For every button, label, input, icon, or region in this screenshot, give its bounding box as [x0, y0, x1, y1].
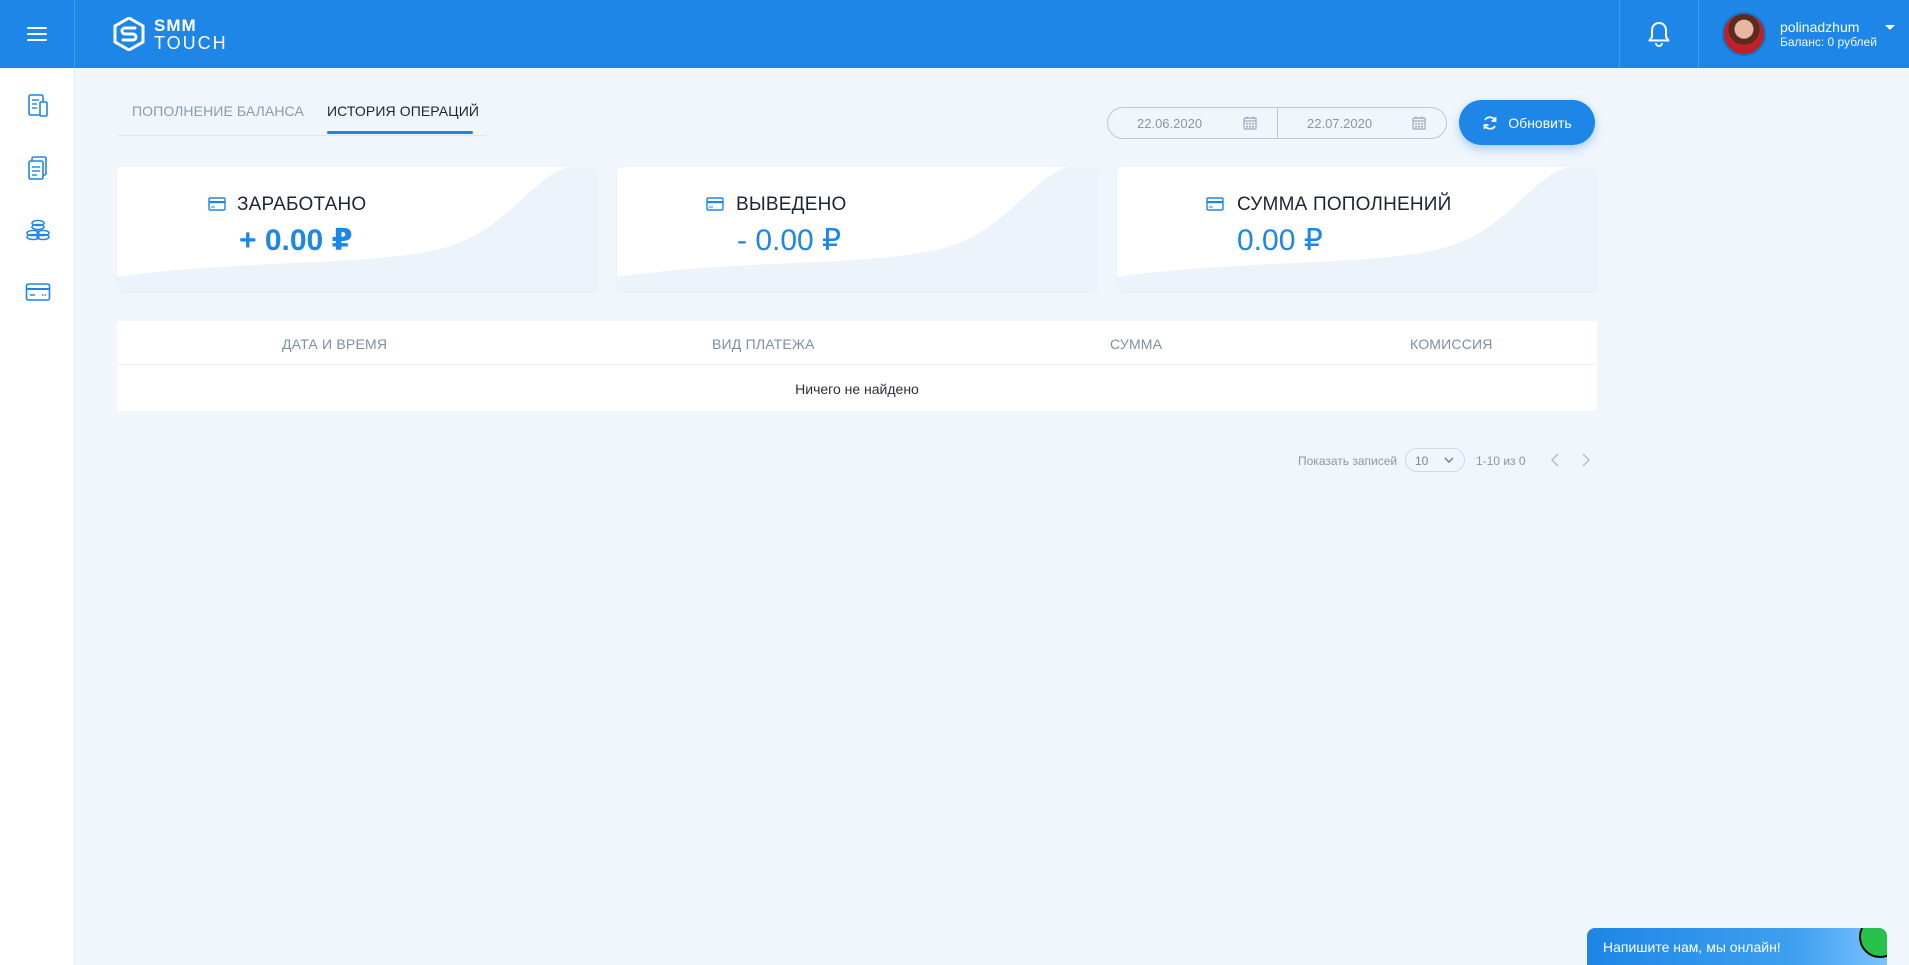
logo[interactable]: SMM TOUCH	[112, 14, 228, 54]
user-balance: Баланс: 0 рублей	[1780, 35, 1877, 49]
page-size-value: 10	[1415, 454, 1429, 468]
date-from-value: 22.06.2020	[1137, 116, 1203, 131]
credit-card-icon	[706, 197, 724, 211]
table-header: ДАТА И ВРЕМЯ ВИД ПЛАТЕЖА СУММА КОМИССИЯ	[117, 321, 1597, 365]
chat-widget-button[interactable]: Напишите нам, мы онлайн!	[1587, 928, 1887, 965]
chevron-right-icon	[1582, 453, 1591, 467]
active-tab-indicator	[327, 131, 473, 134]
user-menu[interactable]: polinadzhum Баланс: 0 рублей	[1722, 11, 1895, 57]
tab-balance-topup[interactable]: ПОПОЛНЕНИЕ БАЛАНСА	[132, 103, 304, 119]
next-page-button[interactable]	[1577, 451, 1595, 469]
chevron-left-icon	[1550, 453, 1559, 467]
date-to-value: 22.07.2020	[1307, 116, 1373, 131]
logo-text-line2: TOUCH	[154, 32, 228, 53]
stat-card-title: ВЫВЕДЕНО	[736, 194, 847, 215]
operations-table: ДАТА И ВРЕМЯ ВИД ПЛАТЕЖА СУММА КОМИССИЯ …	[117, 321, 1597, 411]
date-from-field[interactable]: 22.06.2020	[1108, 108, 1277, 138]
chevron-down-icon	[1444, 457, 1454, 463]
column-header-payment-type[interactable]: ВИД ПЛАТЕЖА	[712, 336, 815, 352]
empty-state-text: Ничего не найдено	[795, 381, 919, 397]
operations-tabs: ПОПОЛНЕНИЕ БАЛАНСА ИСТОРИЯ ОПЕРАЦИЙ	[118, 96, 486, 136]
stat-card-title: СУММА ПОПОЛНЕНИЙ	[1237, 194, 1452, 215]
document-icon	[28, 94, 48, 117]
credit-card-icon	[208, 197, 226, 211]
stat-card-withdrawn: ВЫВЕДЕНО - 0.00 ₽	[617, 167, 1097, 291]
sidebar-item-invoices[interactable]	[24, 154, 52, 182]
pagination-range: 1-10 из 0	[1476, 454, 1526, 468]
menu-toggle-button[interactable]	[0, 0, 75, 68]
prev-page-button[interactable]	[1546, 451, 1564, 469]
avatar	[1722, 12, 1766, 56]
logo-text-line1: SMM	[154, 15, 197, 35]
page-size-select[interactable]: 10	[1405, 448, 1465, 472]
chat-widget-label: Напишите нам, мы онлайн!	[1603, 939, 1781, 955]
coins-icon	[26, 219, 50, 241]
date-range-picker: 22.06.2020 22.07.2020	[1107, 107, 1447, 139]
stat-card-value: 0.00 ₽	[1237, 224, 1323, 257]
caret-down-icon	[1885, 25, 1895, 30]
date-to-field[interactable]: 22.07.2020	[1277, 108, 1446, 138]
online-status-indicator	[1859, 928, 1887, 958]
stat-card-topups: СУММА ПОПОЛНЕНИЙ 0.00 ₽	[1117, 167, 1597, 291]
sidebar	[0, 68, 75, 965]
stat-card-title: ЗАРАБОТАНО	[237, 194, 367, 215]
column-header-commission[interactable]: КОМИССИЯ	[1410, 336, 1493, 352]
card-wave-decoration	[617, 167, 1097, 291]
invoice-icon	[28, 156, 47, 180]
card-wave-decoration	[117, 167, 597, 291]
card-wave-decoration	[1117, 167, 1597, 291]
stat-card-earned: ЗАРАБОТАНО + 0.00 ₽	[117, 167, 597, 291]
stat-card-value: + 0.00 ₽	[239, 224, 353, 257]
top-header: SMM TOUCH polinadzhum Баланс: 0 рублей	[0, 0, 1909, 68]
tab-operations-history[interactable]: ИСТОРИЯ ОПЕРАЦИЙ	[327, 103, 479, 119]
user-name: polinadzhum	[1780, 19, 1860, 35]
sidebar-item-payments[interactable]	[24, 278, 52, 306]
notifications-button[interactable]	[1619, 0, 1699, 68]
refresh-icon	[1483, 115, 1497, 130]
sidebar-item-documents[interactable]	[24, 92, 52, 120]
sidebar-item-finance[interactable]	[24, 216, 52, 244]
logo-icon	[113, 17, 145, 51]
calendar-icon	[1412, 116, 1426, 130]
refresh-button-label: Обновить	[1508, 114, 1572, 131]
column-header-datetime[interactable]: ДАТА И ВРЕМЯ	[282, 336, 387, 352]
hamburger-icon	[27, 27, 47, 41]
card-icon	[25, 283, 51, 301]
column-header-amount[interactable]: СУММА	[1110, 336, 1162, 352]
page-size-label: Показать записей	[1298, 454, 1398, 468]
bell-icon	[1648, 22, 1670, 47]
credit-card-icon	[1206, 197, 1224, 211]
refresh-button[interactable]: Обновить	[1459, 100, 1595, 145]
stat-card-value: - 0.00 ₽	[737, 224, 842, 257]
calendar-icon	[1243, 116, 1257, 130]
